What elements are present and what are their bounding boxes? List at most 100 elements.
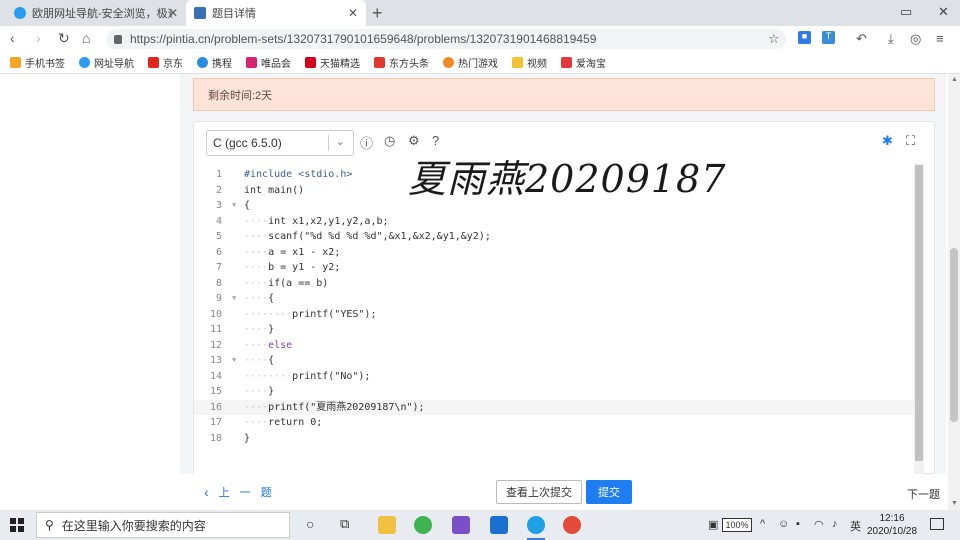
bookmark-item[interactable]: 携程 — [197, 55, 232, 70]
code-text: ····scanf("%d %d %d %d",&x1,&x2,&y1,&y2)… — [244, 229, 491, 245]
code-line[interactable]: 7 ····b = y1 - y2; — [194, 260, 924, 276]
code-token: if(a == b) — [268, 277, 329, 289]
help-icon[interactable]: ? — [432, 133, 439, 148]
restore-window-icon[interactable]: ▭ — [900, 4, 912, 20]
clock[interactable]: 12:16 2020/10/28 — [862, 512, 922, 538]
code-line[interactable]: 10 ········printf("YES"); — [194, 307, 924, 323]
line-number: 5 — [215, 231, 222, 242]
info-icon[interactable]: ⓘ — [360, 133, 373, 152]
forward-icon[interactable]: › — [36, 30, 41, 46]
tab-opera-nav[interactable]: 欧朋网址导航-安全浏览，极速体 ✕ — [6, 0, 186, 26]
submit-button[interactable]: 提交 — [586, 480, 632, 504]
code-token: scanf("%d %d %d %d",&x1,&x2,&y1,&y2); — [268, 231, 491, 242]
fullscreen-icon[interactable]: ⛶ — [906, 133, 915, 149]
code-line[interactable]: 12 ····else — [194, 338, 924, 354]
fold-arrow-icon[interactable]: ▼ — [232, 198, 236, 214]
editor-scrollbar-thumb[interactable] — [915, 165, 923, 461]
bookmark-item[interactable]: 天猫精选 — [305, 55, 360, 70]
extension-icon[interactable]: ■ — [798, 31, 811, 44]
debug-bug-icon[interactable]: ✱ — [882, 133, 893, 149]
people-icon[interactable]: ☺ — [778, 518, 789, 530]
translate-icon[interactable]: T — [822, 31, 835, 44]
line-number: 13 — [209, 355, 222, 366]
tab-problem-detail[interactable]: 题目详情 ✕ — [186, 0, 366, 26]
back-icon[interactable]: ‹ — [10, 30, 15, 46]
tab-title: 欧朋网址导航-安全浏览，极速体 — [32, 8, 172, 20]
star-icon[interactable]: ☆ — [768, 31, 780, 47]
volume-icon[interactable]: ♪ — [832, 518, 838, 530]
scrollbar-thumb[interactable] — [950, 248, 958, 422]
settings-gear-icon[interactable]: ⚙ — [408, 133, 420, 149]
visual-studio-icon[interactable] — [452, 516, 470, 534]
code-area[interactable]: 1 #include <stdio.h> 2 int main() 3 ▼{4 ····in… — [194, 163, 924, 475]
notification-icon[interactable] — [930, 518, 944, 530]
code-line[interactable]: 15 ····} — [194, 384, 924, 400]
snipping-tool-icon[interactable] — [563, 516, 581, 534]
menu-icon[interactable]: ≡ — [936, 31, 944, 46]
show-hidden-icons[interactable]: ^ — [760, 518, 765, 530]
code-line[interactable]: 9 ▼ ····{ — [194, 291, 924, 307]
battery-indicator[interactable]: 100% — [722, 518, 752, 532]
file-explorer-icon[interactable] — [378, 516, 396, 534]
code-line[interactable]: 11 ····} — [194, 322, 924, 338]
prev-problem-link[interactable]: ‹ 上一题 — [204, 484, 282, 500]
bookmark-item[interactable]: 手机书签 — [10, 55, 65, 70]
clock-time: 12:16 — [879, 513, 905, 524]
close-window-icon[interactable]: ✕ — [938, 4, 949, 20]
undo-icon[interactable]: ↶ — [856, 31, 867, 47]
bookmark-item[interactable]: 网址导航 — [79, 55, 134, 70]
address-bar[interactable]: https://pintia.cn/problem-sets/132073179… — [106, 29, 786, 49]
bookmark-item[interactable]: 东方头条 — [374, 55, 429, 70]
code-line[interactable]: 14 ········printf("No"); — [194, 369, 924, 385]
bookmark-item[interactable]: 热门游戏 — [443, 55, 498, 70]
scroll-up-icon[interactable]: ▲ — [951, 76, 958, 83]
taskbar-search-input[interactable]: ⚲ 在这里输入你要搜索的内容 — [36, 512, 290, 538]
bookmark-item[interactable]: 爱淘宝 — [561, 55, 606, 70]
bookmark-item[interactable]: 唯品会 — [246, 55, 291, 70]
code-line[interactable]: 18} — [194, 431, 924, 447]
line-number: 8 — [215, 277, 222, 289]
language-select[interactable]: C (gcc 6.5.0) ⌄ — [206, 130, 354, 156]
line-number: 6 — [215, 246, 222, 258]
page-scrollbar[interactable]: ▲ ▼ — [948, 74, 960, 510]
code-line[interactable]: 13 ▼ ····{ — [194, 353, 924, 369]
code-line[interactable]: 6 ····a = x1 - x2; — [194, 245, 924, 261]
history-icon[interactable]: ◷ — [384, 133, 395, 149]
cortana-icon[interactable]: ○ — [306, 516, 314, 532]
tray-app-icon[interactable]: ▣ — [708, 518, 718, 531]
bookmark-item[interactable]: 京东 — [148, 55, 183, 70]
windows-start-icon[interactable] — [10, 518, 24, 532]
bookmark-label: 天猫精选 — [320, 59, 360, 70]
code-line[interactable]: 17 ····return 0; — [194, 415, 924, 431]
editor-scrollbar[interactable] — [914, 163, 924, 475]
ime-indicator[interactable]: 英 — [850, 518, 861, 534]
home-icon[interactable]: ⌂ — [82, 30, 90, 46]
reload-icon[interactable]: ↻ — [58, 30, 70, 47]
code-line[interactable]: 8 ····if(a == b) — [194, 276, 924, 292]
wifi-icon[interactable]: ◠ — [814, 518, 824, 531]
bookmark-item[interactable]: 视频 — [512, 55, 547, 70]
mail-icon[interactable] — [490, 516, 508, 534]
indent-guide: ···· — [244, 246, 269, 258]
fold-arrow-icon[interactable]: ▼ — [232, 291, 236, 307]
fold-arrow-icon[interactable]: ▼ — [232, 353, 236, 369]
scroll-down-icon[interactable]: ▼ — [951, 500, 958, 507]
wechat-icon[interactable] — [414, 516, 432, 534]
bookmark-label: 热门游戏 — [458, 59, 498, 70]
code-line[interactable]: 5 ····scanf("%d %d %d %d",&x1,&x2,&y1,&y2… — [194, 229, 924, 245]
code-line[interactable]: 4 ····int x1,x2,y1,y2,a,b; — [194, 214, 924, 230]
close-tab-icon[interactable]: ✕ — [168, 6, 178, 20]
code-token: } — [244, 432, 251, 444]
code-token: } — [268, 324, 275, 335]
download-icon[interactable]: ⤓ — [888, 31, 894, 47]
app-tray-icon[interactable]: ▪ — [796, 518, 800, 530]
new-tab-icon[interactable]: + — [372, 3, 383, 24]
browser-icon[interactable] — [527, 516, 545, 540]
close-tab-icon[interactable]: ✕ — [348, 6, 358, 20]
view-last-submission-button[interactable]: 查看上次提交 — [496, 480, 582, 504]
task-view-icon[interactable]: ⧉ — [340, 516, 349, 532]
code-line[interactable]: 16 ····printf("夏雨燕20209187\n"); — [194, 399, 924, 415]
next-problem-link[interactable]: 下一题 — [907, 486, 940, 502]
jd-icon — [148, 57, 159, 68]
account-icon[interactable]: ◎ — [910, 31, 921, 47]
